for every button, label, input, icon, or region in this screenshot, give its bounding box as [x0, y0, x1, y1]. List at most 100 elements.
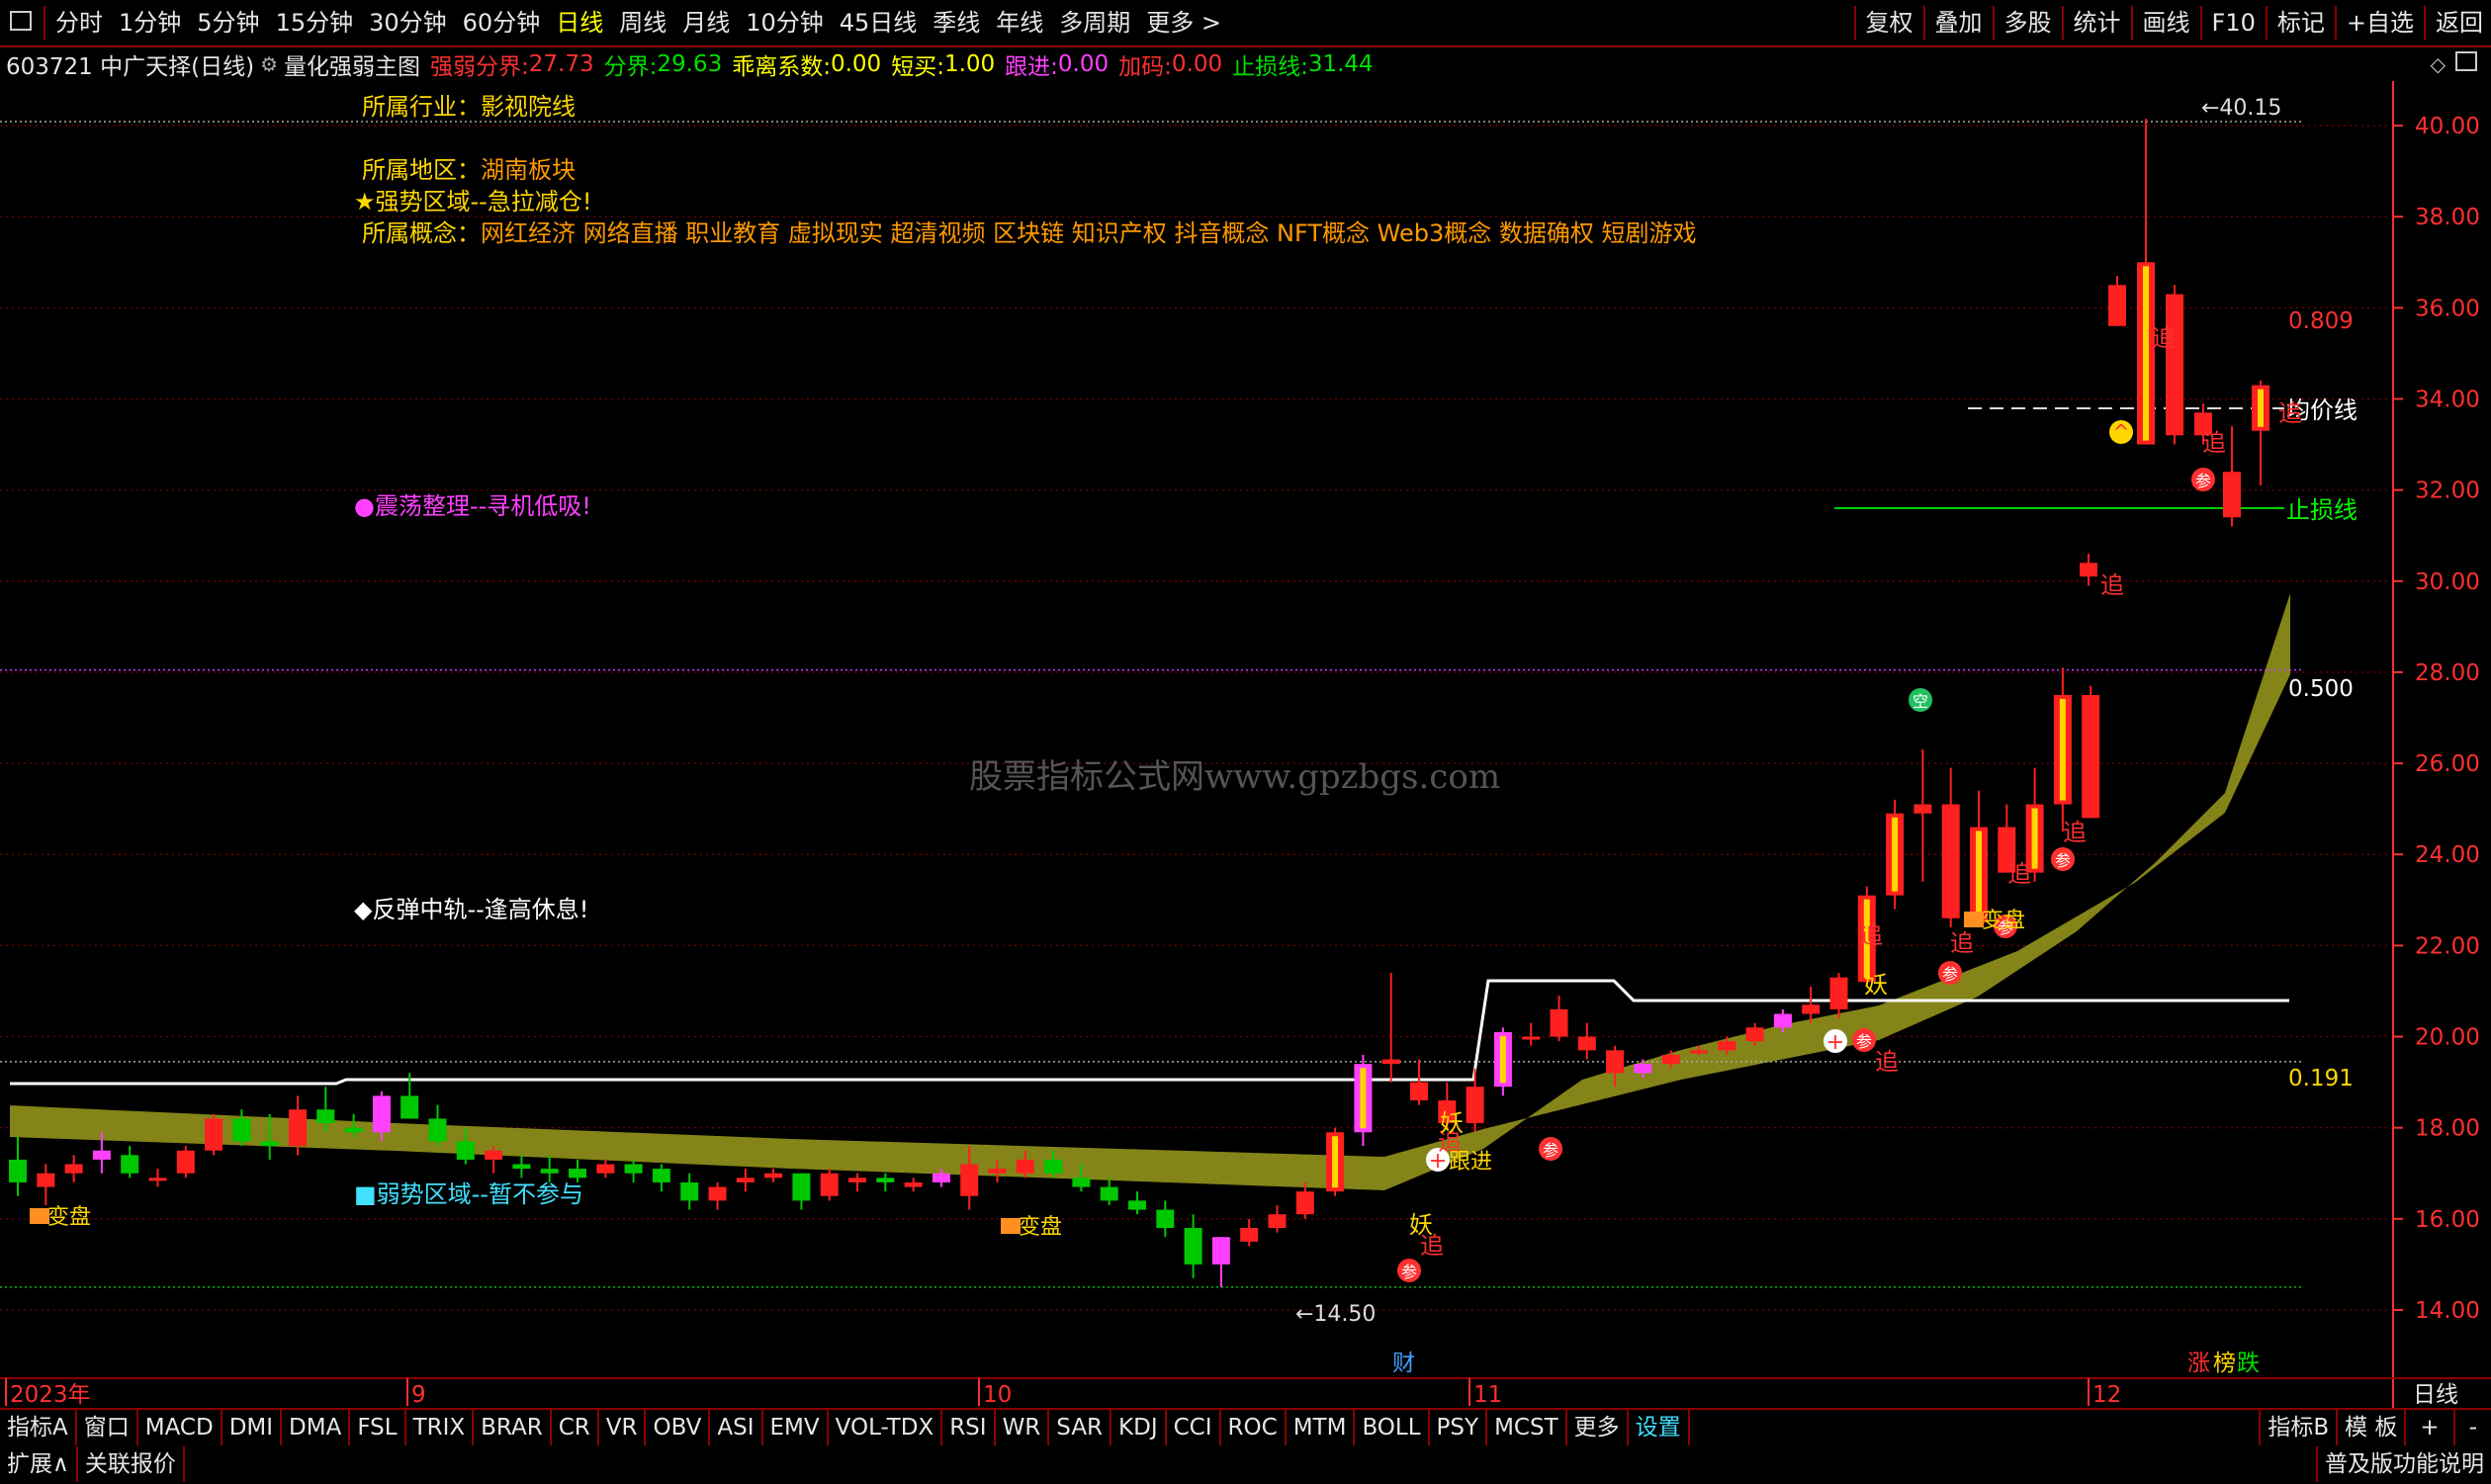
- version-info-button[interactable]: 普及版功能说明: [2316, 1445, 2491, 1482]
- period-tab[interactable]: 多周期: [1051, 0, 1138, 45]
- tool-button[interactable]: 多股: [1997, 0, 2060, 45]
- signal-can-text: 参: [1401, 1263, 1417, 1281]
- candle-body: [2108, 285, 2126, 326]
- indicator-tab[interactable]: RSI: [942, 1410, 996, 1445]
- period-tab[interactable]: 年线: [988, 0, 1051, 45]
- indicator-tab[interactable]: FSL: [350, 1410, 406, 1445]
- zoom-out-button[interactable]: -: [2455, 1410, 2491, 1445]
- tool-button[interactable]: +自选: [2339, 0, 2422, 45]
- indicator-tab[interactable]: BRAR: [474, 1410, 552, 1445]
- panel-toggle-icon[interactable]: [2455, 51, 2477, 77]
- period-tab-active[interactable]: 日线: [548, 0, 611, 45]
- indicator-tab[interactable]: 指标A: [0, 1410, 77, 1445]
- period-tab[interactable]: 45日线: [832, 0, 926, 45]
- period-tab[interactable]: 1分钟: [111, 0, 189, 45]
- y-tick-label: 16.00: [2415, 1207, 2480, 1233]
- indicator-tab[interactable]: MTM: [1287, 1410, 1356, 1445]
- indicator-tab[interactable]: TRIX: [406, 1410, 475, 1445]
- tool-button[interactable]: 返回: [2428, 0, 2491, 45]
- indicator-b-button[interactable]: 指标B: [2259, 1410, 2339, 1445]
- divider: [1922, 6, 1925, 40]
- indicator-tab[interactable]: CR: [552, 1410, 599, 1445]
- indicator-tab[interactable]: VOL-TDX: [829, 1410, 943, 1445]
- indicator-tab[interactable]: SAR: [1049, 1410, 1112, 1445]
- high-price-marker: ←40.15: [2201, 96, 2281, 121]
- fib-191-label: 0.191: [2288, 1066, 2354, 1091]
- tool-button[interactable]: 统计: [2066, 0, 2129, 45]
- settings-gear-icon[interactable]: ⚙: [260, 52, 278, 76]
- template-button[interactable]: 模 板: [2338, 1410, 2407, 1445]
- indicator-tab[interactable]: BOLL: [1355, 1410, 1430, 1445]
- watermark-text: 股票指标公式网www.gpzbgs.com: [969, 757, 1501, 797]
- indicator-tab[interactable]: MACD: [138, 1410, 222, 1445]
- candle-body: [1829, 977, 1848, 1009]
- candle-body: [1661, 1054, 1680, 1065]
- indicator-tab[interactable]: PSY: [1430, 1410, 1488, 1445]
- indicator-tab[interactable]: 窗口: [77, 1410, 138, 1445]
- y-tick-label: 34.00: [2415, 387, 2480, 412]
- candle-body: [512, 1164, 531, 1170]
- signal-zhui: 追: [2100, 571, 2124, 599]
- ruoqiang-value: 27.73: [528, 51, 594, 77]
- low-price-marker: ←14.50: [1295, 1302, 1376, 1327]
- menu-icon[interactable]: [0, 0, 42, 45]
- settings-tab[interactable]: 设置: [1629, 1410, 1690, 1445]
- period-tab[interactable]: 15分钟: [268, 0, 362, 45]
- concept-value: 网红经济 网络直播 职业教育 虚拟现实 超清视频 区块链 知识产权 抖音概念 N…: [481, 219, 1697, 247]
- more-periods-button[interactable]: 更多 >: [1138, 0, 1229, 45]
- candle-body: [904, 1181, 923, 1187]
- indicator-tab[interactable]: DMI: [222, 1410, 283, 1445]
- signal-kong-text: 空: [1913, 692, 1928, 711]
- indicator-tab[interactable]: MCST: [1487, 1410, 1567, 1445]
- candle-body: [64, 1164, 83, 1174]
- zoom-in-button[interactable]: +: [2406, 1410, 2455, 1445]
- period-tab[interactable]: 60分钟: [455, 0, 549, 45]
- period-tab[interactable]: 30分钟: [361, 0, 455, 45]
- related-quote-button[interactable]: 关联报价: [78, 1445, 185, 1482]
- period-tab[interactable]: 分时: [47, 0, 111, 45]
- tool-button[interactable]: 复权: [1858, 0, 1921, 45]
- indicator-tab[interactable]: WR: [996, 1410, 1050, 1445]
- period-tab[interactable]: 5分钟: [189, 0, 267, 45]
- indicator-tab[interactable]: OBV: [646, 1410, 711, 1445]
- zhisun-label: 止损线:: [1232, 54, 1308, 80]
- tool-button[interactable]: 标记: [2269, 0, 2333, 45]
- indicator-tab[interactable]: KDJ: [1112, 1410, 1167, 1445]
- signal-zhui: 追: [2152, 324, 2176, 352]
- period-tab[interactable]: 季线: [925, 0, 988, 45]
- indicator-name[interactable]: 量化强弱主图: [284, 47, 420, 81]
- indicator-tab[interactable]: DMA: [282, 1410, 351, 1445]
- indicator-tab[interactable]: CCI: [1167, 1410, 1221, 1445]
- period-tab[interactable]: 月线: [674, 0, 738, 45]
- divider: [2061, 6, 2064, 40]
- candle-body: [736, 1178, 755, 1182]
- indicator-tab[interactable]: EMV: [763, 1410, 829, 1445]
- period-tab[interactable]: 周线: [611, 0, 674, 45]
- candle-body: [1634, 1064, 1652, 1074]
- concept-label: 所属概念：: [362, 219, 481, 247]
- indicator-tab[interactable]: VR: [599, 1410, 647, 1445]
- rebound-text: ◆反弹中轨--逢高休息!: [354, 896, 589, 923]
- period-tab[interactable]: 10分钟: [738, 0, 832, 45]
- fib-500-label: 0.500: [2288, 676, 2354, 702]
- indicator-tab[interactable]: ASI: [710, 1410, 763, 1445]
- tool-button[interactable]: F10: [2204, 0, 2264, 45]
- signal-pan-text: 变盘: [47, 1205, 91, 1230]
- signal-can-text: 参: [1543, 1141, 1558, 1160]
- candle-body: [1184, 1228, 1202, 1265]
- candle-body: [1745, 1027, 1764, 1042]
- signal-zhui: 追: [2278, 399, 2302, 427]
- candle-body: [1381, 1059, 1400, 1065]
- tool-button[interactable]: 画线: [2135, 0, 2198, 45]
- diamond-icon[interactable]: ◇: [2431, 52, 2446, 76]
- indicator-tab[interactable]: 更多: [1567, 1410, 1629, 1445]
- signal-genjin: 跟进: [1449, 1150, 1492, 1175]
- y-tick-label: 18.00: [2415, 1116, 2480, 1142]
- candle-body: [1211, 1237, 1230, 1265]
- fenjie-label: 分界:: [603, 54, 658, 80]
- concept-row: 所属概念：网红经济 网络直播 职业教育 虚拟现实 超清视频 区块链 知识产权 抖…: [362, 214, 1697, 248]
- indicator-tab[interactable]: ROC: [1221, 1410, 1287, 1445]
- expand-button[interactable]: 扩展∧: [0, 1445, 78, 1482]
- tool-button[interactable]: 叠加: [1927, 0, 1991, 45]
- fib-809-label: 0.809: [2288, 308, 2354, 334]
